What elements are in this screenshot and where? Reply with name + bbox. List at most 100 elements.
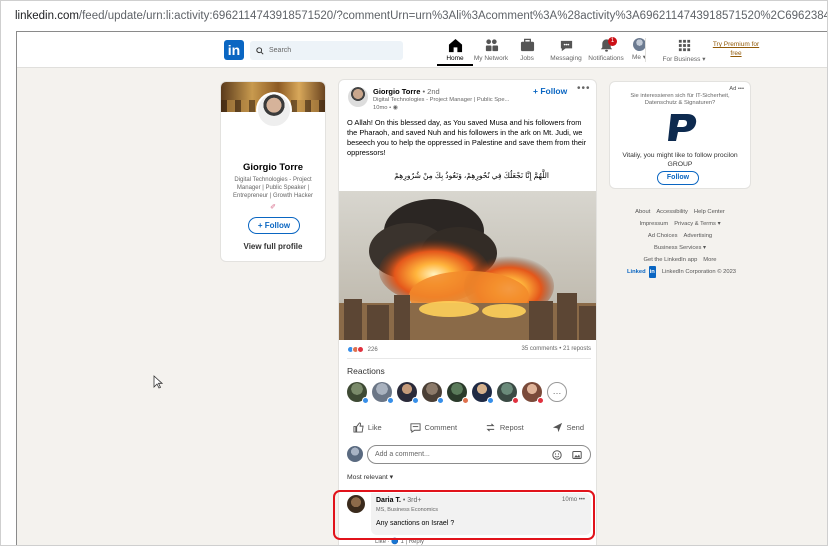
- image-icon[interactable]: [572, 450, 582, 460]
- linkedin-logo-icon[interactable]: in: [224, 40, 244, 60]
- footer-more-link[interactable]: More: [703, 257, 716, 263]
- repost-label: Repost: [499, 422, 524, 432]
- footer-business-services-link[interactable]: Business Services ▾: [654, 245, 706, 251]
- post-author-degree: • 2nd: [422, 87, 440, 96]
- send-button[interactable]: Send: [552, 422, 585, 433]
- more-reactors-button[interactable]: …: [547, 382, 567, 402]
- nav-messaging-label: Messaging: [550, 55, 582, 62]
- like-label: Like: [367, 422, 382, 432]
- send-icon: [552, 422, 562, 432]
- nav-jobs-label: Jobs: [520, 55, 534, 62]
- send-label: Send: [566, 422, 585, 432]
- thumbs-up-icon: [353, 421, 364, 433]
- try-premium-link[interactable]: Try Premium for free: [705, 40, 767, 58]
- ad-follow-button[interactable]: Follow: [657, 171, 699, 185]
- reactor-avatar[interactable]: [522, 382, 544, 404]
- post-actions-bar: Like Comment Repost Send: [339, 416, 596, 438]
- comment-button[interactable]: Comment: [409, 422, 457, 433]
- top-navbar: in Search Home My Network Jobs Messaging: [17, 32, 827, 68]
- reactor-avatar[interactable]: [347, 382, 369, 404]
- post-author-avatar[interactable]: [348, 87, 368, 107]
- footer-row-1: About Accessibility Help Center: [607, 206, 753, 218]
- browser-window: linkedin.com/feed/update/urn:li:activity…: [0, 0, 828, 546]
- profile-card: Giorgio Torre Digital Technologies - Pro…: [220, 81, 326, 262]
- reactor-avatar[interactable]: [447, 382, 469, 404]
- reactions-count[interactable]: 226: [368, 347, 378, 353]
- emoji-icon[interactable]: [552, 450, 562, 460]
- avatar: [632, 38, 646, 51]
- like-button[interactable]: Like: [353, 421, 382, 433]
- comments-reposts-count[interactable]: 35 comments • 21 reposts: [522, 346, 591, 352]
- premium-line-2: free: [730, 50, 742, 57]
- sparkle-icon: ✐: [270, 204, 276, 211]
- post-card: Giorgio Torre • 2nd Digital Technologies…: [338, 79, 597, 545]
- footer-help-center-link[interactable]: Help Center: [694, 209, 725, 215]
- reactor-avatar[interactable]: [497, 382, 519, 404]
- reactor-avatar[interactable]: [422, 382, 444, 404]
- profile-headline: Digital Technologies - Project Manager |…: [233, 177, 313, 199]
- post-time-label: 10mo •: [373, 105, 392, 111]
- current-user-avatar: [347, 446, 363, 462]
- reaction-icons[interactable]: [347, 346, 364, 353]
- ad-text: Vitaliy, you might like to follow procil…: [622, 152, 738, 168]
- reactor-avatar[interactable]: [372, 382, 394, 404]
- procilon-logo-icon[interactable]: [662, 112, 700, 142]
- post-author-name[interactable]: Giorgio Torre • 2nd: [373, 87, 440, 96]
- profile-avatar[interactable]: [256, 92, 292, 128]
- sort-comments-dropdown[interactable]: Most relevant ▾: [347, 473, 393, 481]
- view-full-profile-link[interactable]: View full profile: [221, 242, 325, 251]
- footer-row-2: Impressum Privacy & Terms ▾: [607, 218, 753, 230]
- footer-copyright: LinkedIn Corporation © 2023: [661, 269, 737, 275]
- search-placeholder: Search: [269, 47, 292, 54]
- ad-card: Ad ••• Sie interessieren sich für IT-Sic…: [609, 81, 751, 189]
- page-viewport: in Search Home My Network Jobs Messaging: [16, 31, 827, 545]
- premium-line-1: Try Premium for: [712, 41, 760, 48]
- post-timestamp: 10mo • ◉: [373, 105, 398, 111]
- footer-privacy-terms-link[interactable]: Privacy & Terms ▾: [674, 221, 720, 227]
- post-text: O Allah! On this blessed day, as You sav…: [347, 118, 587, 157]
- profile-follow-button[interactable]: + Follow: [248, 217, 300, 234]
- footer-impressum-link[interactable]: Impressum: [640, 221, 669, 227]
- post-arabic-text: اللَّهُمَّ إِنَّا نَجْعَلُكَ فِي نُحُورِ…: [394, 171, 549, 180]
- globe-icon: ◉: [392, 105, 398, 111]
- nav-me[interactable]: Me ▾: [615, 38, 663, 61]
- post-follow-button[interactable]: + Follow: [533, 86, 567, 96]
- ad-subtitle: Sie interessieren sich für IT-Sicherheit…: [630, 93, 730, 106]
- post-image[interactable]: [339, 191, 596, 340]
- address-bar[interactable]: linkedin.com/feed/update/urn:li:activity…: [1, 1, 827, 31]
- nav-divider: [645, 38, 646, 62]
- people-icon: [485, 39, 498, 52]
- footer-get-app-link[interactable]: Get the LinkedIn app: [643, 257, 697, 263]
- comment-placeholder: Add a comment...: [375, 451, 430, 458]
- nav-for-business-label: For Business ▾: [662, 56, 706, 63]
- profile-name[interactable]: Giorgio Torre: [221, 162, 325, 173]
- url-host: linkedin.com: [15, 10, 79, 22]
- footer-ad-choices-link[interactable]: Ad Choices: [648, 233, 678, 239]
- add-comment-input[interactable]: Add a comment...: [367, 445, 591, 464]
- ad-label[interactable]: Ad •••: [729, 86, 744, 92]
- footer-accessibility-link[interactable]: Accessibility: [656, 209, 688, 215]
- grid-icon: [678, 39, 690, 52]
- footer-links: About Accessibility Help Center Impressum P…: [607, 206, 753, 278]
- reactions-title: Reactions: [347, 366, 385, 376]
- explosion-photo: [339, 191, 596, 340]
- footer-advertising-link[interactable]: Advertising: [683, 233, 712, 239]
- post-stats: 226 35 comments • 21 reposts: [347, 346, 591, 353]
- search-input[interactable]: Search: [250, 41, 403, 60]
- footer-linkedin-logo: Linked in: [624, 266, 656, 278]
- footer-row-3: Ad Choices Advertising: [607, 230, 753, 242]
- footer-about-link[interactable]: About: [635, 209, 650, 215]
- reactor-avatar[interactable]: [472, 382, 494, 404]
- briefcase-icon: [520, 38, 534, 52]
- footer-brand-text: Linked: [626, 269, 646, 275]
- post-more-icon[interactable]: •••: [577, 83, 591, 94]
- nav-for-business[interactable]: For Business ▾: [660, 38, 708, 63]
- search-icon: [256, 46, 264, 55]
- add-comment-row: Add a comment...: [347, 444, 591, 466]
- comment-icon: [409, 422, 421, 433]
- home-icon: [448, 38, 462, 53]
- footer-brand-in: in: [648, 266, 656, 278]
- reactor-avatar[interactable]: [397, 382, 419, 404]
- repost-button[interactable]: Repost: [485, 422, 524, 433]
- chat-icon: [560, 40, 572, 52]
